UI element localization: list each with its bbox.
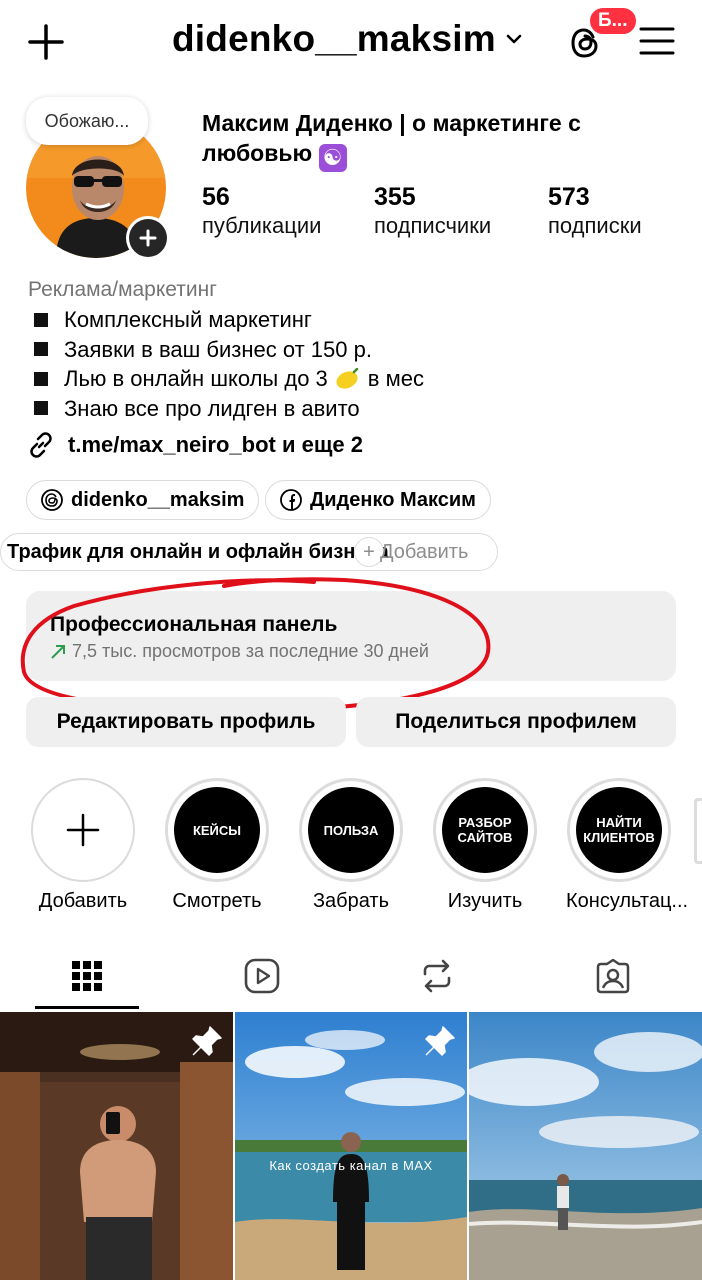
- tab-posts[interactable]: [35, 945, 139, 1007]
- promo-text: Трафик для онлайн и офлайн бизнеса: [7, 540, 389, 563]
- highlight-find-clients[interactable]: НАЙТИ КЛИЕНТОВ Консультац...: [566, 778, 689, 913]
- plus-icon: [66, 813, 100, 847]
- username-label: didenko__maksim: [172, 18, 496, 59]
- tagged-icon: [596, 958, 630, 994]
- stat-value: 56: [202, 183, 230, 211]
- chip-label: didenko__maksim: [71, 488, 245, 511]
- highlight-label: Смотреть: [172, 890, 262, 912]
- black-square-icon: [34, 371, 48, 386]
- highlight-label: Добавить: [38, 890, 128, 912]
- yin-yang-emoji-icon: ☯: [318, 144, 347, 172]
- profile-category: Реклама/маркетинг: [28, 278, 217, 301]
- highlight-cover: НАЙТИ КЛИЕНТОВ: [576, 787, 662, 873]
- tab-reels[interactable]: [210, 945, 314, 1007]
- bio-line: Знаю все про лидген в авито: [34, 394, 424, 424]
- post-thumbnail[interactable]: Как создать канал в MAX: [235, 1012, 467, 1280]
- tab-reposts[interactable]: [385, 945, 489, 1007]
- menu-icon: [639, 27, 675, 55]
- highlight-cases[interactable]: КЕЙСЫ Смотреть: [164, 778, 270, 913]
- profile-bio: Комплексный маркетинг Заявки в ваш бизне…: [34, 305, 424, 423]
- highlight-ring: КЕЙСЫ: [165, 778, 269, 882]
- highlight-ring: НАЙТИ КЛИЕНТОВ: [567, 778, 671, 882]
- highlight-new[interactable]: Добавить: [30, 778, 136, 913]
- highlight-cover: ПОЛЬЗА: [308, 787, 394, 873]
- highlight-ring: [31, 778, 135, 882]
- share-profile-button[interactable]: Поделиться профилем: [356, 697, 676, 747]
- link-icon: [30, 432, 52, 458]
- black-square-icon: [34, 342, 48, 357]
- plus-icon: [139, 229, 157, 247]
- highlight-cover: РАЗБОР САЙТОВ: [442, 787, 528, 873]
- post-overlay-text: Как создать канал в MAX: [269, 1158, 433, 1173]
- highlight-ring: РАЗБОР САЙТОВ: [433, 778, 537, 882]
- stat-label: подписки: [548, 213, 642, 238]
- chip-label: Диденко Максим: [310, 488, 476, 511]
- highlight-label: Забрать: [312, 890, 390, 912]
- trend-up-icon: [51, 644, 65, 659]
- black-square-icon: [34, 312, 48, 327]
- highlight-partial: [694, 798, 702, 864]
- stat-label: публикации: [202, 213, 322, 238]
- highlight-label: Изучить: [447, 890, 523, 912]
- highlight-ring: ПОЛЬЗА: [299, 778, 403, 882]
- lemon-emoji-icon: [336, 367, 359, 389]
- stat-followers[interactable]: 355 подписчики: [374, 182, 491, 240]
- stat-posts[interactable]: 56 публикации: [202, 182, 321, 240]
- highlight-label: Консультац...: [566, 890, 689, 912]
- grid-icon: [72, 961, 102, 991]
- bio-line: Заявки в ваш бизнес от 150 р.: [34, 335, 424, 365]
- post-thumbnail[interactable]: [0, 1012, 233, 1280]
- pin-icon: [425, 1026, 455, 1056]
- menu-button[interactable]: [636, 20, 678, 62]
- post-thumbnail[interactable]: [469, 1012, 702, 1280]
- plus-icon: [28, 24, 64, 60]
- facebook-icon: [280, 489, 302, 511]
- highlight-site-review[interactable]: РАЗБОР САЙТОВ Изучить: [432, 778, 538, 913]
- tab-tagged[interactable]: [561, 945, 665, 1007]
- stat-following[interactable]: 573 подписки: [548, 182, 642, 240]
- pro-panel-title: Профессиональная панель: [50, 613, 338, 636]
- link-text: t.me/max_neiro_bot и еще 2: [68, 432, 363, 457]
- profile-links[interactable]: t.me/max_neiro_bot и еще 2: [26, 430, 363, 460]
- add-story-button[interactable]: [126, 216, 170, 260]
- profile-full-name: Максим Диденко | о маркетинге с любовью …: [202, 110, 581, 172]
- active-tab-indicator: [35, 1006, 139, 1009]
- note-bubble[interactable]: Обожаю...: [26, 97, 148, 145]
- stat-label: подписчики: [374, 213, 492, 238]
- create-button[interactable]: [22, 18, 70, 66]
- notification-badge: Б...: [588, 6, 638, 36]
- professional-dashboard[interactable]: Профессиональная панель 7,5 тыс. просмот…: [26, 591, 676, 681]
- posts-grid: Как создать канал в MAX: [0, 1012, 702, 1280]
- profile-tabs: [0, 945, 702, 1011]
- promo-add-button[interactable]: Добавить: [380, 533, 468, 571]
- threads-chip[interactable]: didenko__maksim: [26, 480, 260, 520]
- chevron-down-icon: [506, 34, 522, 44]
- pro-panel-subtitle: 7,5 тыс. просмотров за последние 30 дней: [50, 641, 429, 662]
- reels-icon: [244, 958, 280, 994]
- black-square-icon: [34, 401, 48, 416]
- top-bar: didenko__maksim Б...: [0, 0, 702, 90]
- account-switcher[interactable]: didenko__maksim: [172, 18, 524, 60]
- pin-icon: [192, 1026, 222, 1056]
- bio-line: Лью в онлайн школы до 3 в мес: [34, 364, 424, 394]
- stat-value: 573: [548, 183, 590, 211]
- highlight-benefit[interactable]: ПОЛЬЗА Забрать: [298, 778, 404, 913]
- facebook-chip[interactable]: Диденко Максим: [265, 480, 491, 520]
- bio-line: Комплексный маркетинг: [34, 305, 424, 335]
- highlight-cover: КЕЙСЫ: [174, 787, 260, 873]
- stat-value: 355: [374, 183, 416, 211]
- edit-profile-button[interactable]: Редактировать профиль: [26, 697, 346, 747]
- reposts-icon: [423, 959, 451, 993]
- threads-icon: [41, 489, 63, 511]
